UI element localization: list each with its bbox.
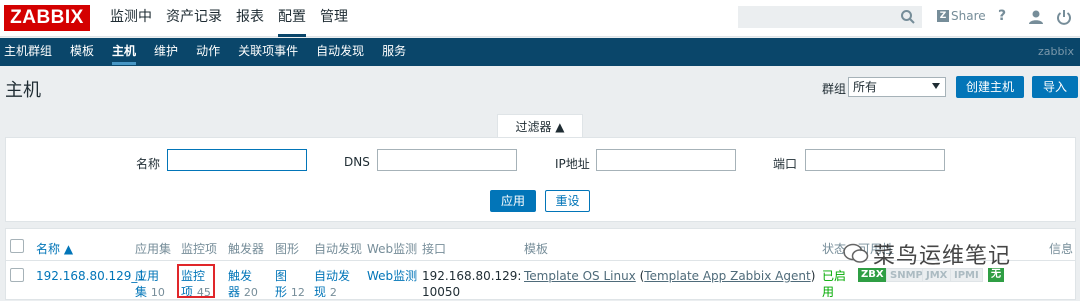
select-all-checkbox[interactable] xyxy=(10,239,24,253)
sign-out-icon[interactable] xyxy=(1056,9,1072,25)
share-icon: Z xyxy=(937,10,949,22)
graphs-cell: 图 形 12 xyxy=(275,268,305,301)
jmx-availability-badge: JMX xyxy=(922,268,952,282)
server-name: zabbix xyxy=(1037,45,1074,58)
group-select[interactable]: 所有 xyxy=(848,77,946,97)
column-header-templates: 模板 xyxy=(524,242,549,256)
snmp-availability-badge: SNMP xyxy=(886,268,927,282)
filter-name-label: 名称 xyxy=(136,157,161,171)
sub-menu-services[interactable]: 服务 xyxy=(378,38,414,66)
share-label: Share xyxy=(951,9,986,23)
discovery-link-2[interactable]: 现 xyxy=(314,285,326,299)
apps-cell: 应用 集 10 xyxy=(135,268,165,301)
zbx-availability-badge: ZBX xyxy=(858,268,887,282)
graphs-count: 12 xyxy=(290,286,305,299)
apps-count: 10 xyxy=(150,286,165,299)
chevron-down-icon xyxy=(932,83,940,89)
column-header-web: Web监测 xyxy=(367,242,418,256)
discovery-link[interactable]: 自动发 xyxy=(314,269,350,283)
apps-link-2[interactable]: 集 xyxy=(135,285,147,299)
filter-name-input[interactable] xyxy=(167,149,307,171)
triggers-cell: 触发 器 20 xyxy=(228,268,258,301)
filter-ip-label: IP地址 xyxy=(555,157,590,171)
template-link[interactable]: Template OS Linux xyxy=(524,269,636,283)
triggers-link[interactable]: 触发 xyxy=(228,269,252,283)
top-bar: ZABBIX 监测中 资产记录 报表 配置 管理 Z Share ? xyxy=(0,0,1080,37)
user-profile-icon[interactable] xyxy=(1028,9,1044,25)
filter-tab[interactable]: 过滤器 ▲ xyxy=(497,114,583,138)
template-paren-close: ) xyxy=(810,269,816,283)
web-link[interactable]: Web监测 xyxy=(367,268,417,284)
apps-link[interactable]: 应用 xyxy=(135,269,159,283)
sub-menu-hosts[interactable]: 主机 xyxy=(108,38,144,66)
filter-port-input[interactable] xyxy=(805,149,945,171)
search-icon[interactable] xyxy=(900,9,916,25)
group-label: 群组 xyxy=(822,82,847,96)
column-header-apps: 应用集 xyxy=(135,242,172,256)
row-checkbox[interactable] xyxy=(10,268,24,282)
column-header-name[interactable]: 名称 ▲ xyxy=(36,240,73,257)
ipmi-availability-badge: IPMI xyxy=(950,268,983,282)
page-title: 主机 xyxy=(5,80,41,101)
encryption-badge: 无 xyxy=(988,268,1004,282)
zabbix-logo[interactable]: ZABBIX xyxy=(4,5,90,31)
template-paren-open: ( xyxy=(635,269,645,283)
template-sub-link[interactable]: Template App Zabbix Agent xyxy=(644,269,810,283)
group-select-value: 所有 xyxy=(853,80,878,94)
filter-dns-input[interactable] xyxy=(377,149,517,171)
graphs-link[interactable]: 图 xyxy=(275,269,287,283)
interface-cell: 192.168.80.129: 10050 xyxy=(422,268,521,300)
column-header-graphs: 图形 xyxy=(275,242,300,256)
share-link[interactable]: Z Share xyxy=(937,9,986,23)
filter-reset-button[interactable]: 重设 xyxy=(545,190,590,212)
status-label-2: 用 xyxy=(822,285,835,299)
wechat-icon xyxy=(843,243,869,263)
filter-apply-button[interactable]: 应用 xyxy=(490,190,536,212)
column-header-interface: 接口 xyxy=(422,242,447,256)
main-menu: 监测中 资产记录 报表 配置 管理 xyxy=(110,0,362,37)
filter-dns-label: DNS xyxy=(344,155,370,169)
watermark: 菜鸟运维笔记 xyxy=(843,238,1011,270)
status-toggle[interactable]: 已启 用 xyxy=(822,268,846,300)
host-name-link[interactable]: 192.168.80.129_1 xyxy=(36,268,145,284)
interface-ip: 192.168.80.129: xyxy=(422,269,522,283)
column-header-items: 监控项 xyxy=(181,242,218,256)
sub-menu-templates[interactable]: 模板 xyxy=(66,38,102,66)
help-button[interactable]: ? xyxy=(998,8,1006,24)
main-menu-configuration[interactable]: 配置 xyxy=(278,0,306,37)
watermark-text: 菜鸟运维笔记 xyxy=(873,244,1012,269)
column-header-triggers: 触发器 xyxy=(228,242,265,256)
column-header-info: 信息 xyxy=(1049,242,1074,256)
sub-menu-host-groups[interactable]: 主机群组 xyxy=(0,38,60,66)
sub-menu-bar: 主机群组 模板 主机 维护 动作 关联项事件 自动发现 服务 zabbix xyxy=(0,38,1080,66)
create-host-button[interactable]: 创建主机 xyxy=(956,76,1024,98)
templates-cell: Template OS Linux (Template App Zabbix A… xyxy=(524,268,815,284)
filter-ip-input[interactable] xyxy=(596,149,736,171)
interface-port: 10050 xyxy=(422,285,461,299)
sub-menu-discovery[interactable]: 自动发现 xyxy=(312,38,372,66)
graphs-link-2[interactable]: 形 xyxy=(275,285,287,299)
main-menu-monitoring[interactable]: 监测中 xyxy=(110,0,152,37)
sub-menu-event-correlation[interactable]: 关联项事件 xyxy=(234,38,306,66)
main-menu-administration[interactable]: 管理 xyxy=(320,0,348,37)
main-menu-inventory[interactable]: 资产记录 xyxy=(166,0,222,37)
sub-menu-maintenance[interactable]: 维护 xyxy=(150,38,186,66)
search-input[interactable] xyxy=(738,6,922,28)
triggers-count: 20 xyxy=(243,286,258,299)
import-button[interactable]: 导入 xyxy=(1032,76,1078,98)
filter-port-label: 端口 xyxy=(773,157,798,171)
status-label-1: 已启 xyxy=(822,269,847,283)
sub-menu: 主机群组 模板 主机 维护 动作 关联项事件 自动发现 服务 xyxy=(0,38,1080,66)
highlight-box xyxy=(177,264,215,298)
discovery-count: 2 xyxy=(329,286,337,299)
sub-menu-actions[interactable]: 动作 xyxy=(192,38,228,66)
triggers-link-2[interactable]: 器 xyxy=(228,285,240,299)
main-menu-reports[interactable]: 报表 xyxy=(236,0,264,37)
discovery-cell: 自动发 现 2 xyxy=(314,268,350,301)
column-header-discovery: 自动发现 xyxy=(314,242,363,256)
